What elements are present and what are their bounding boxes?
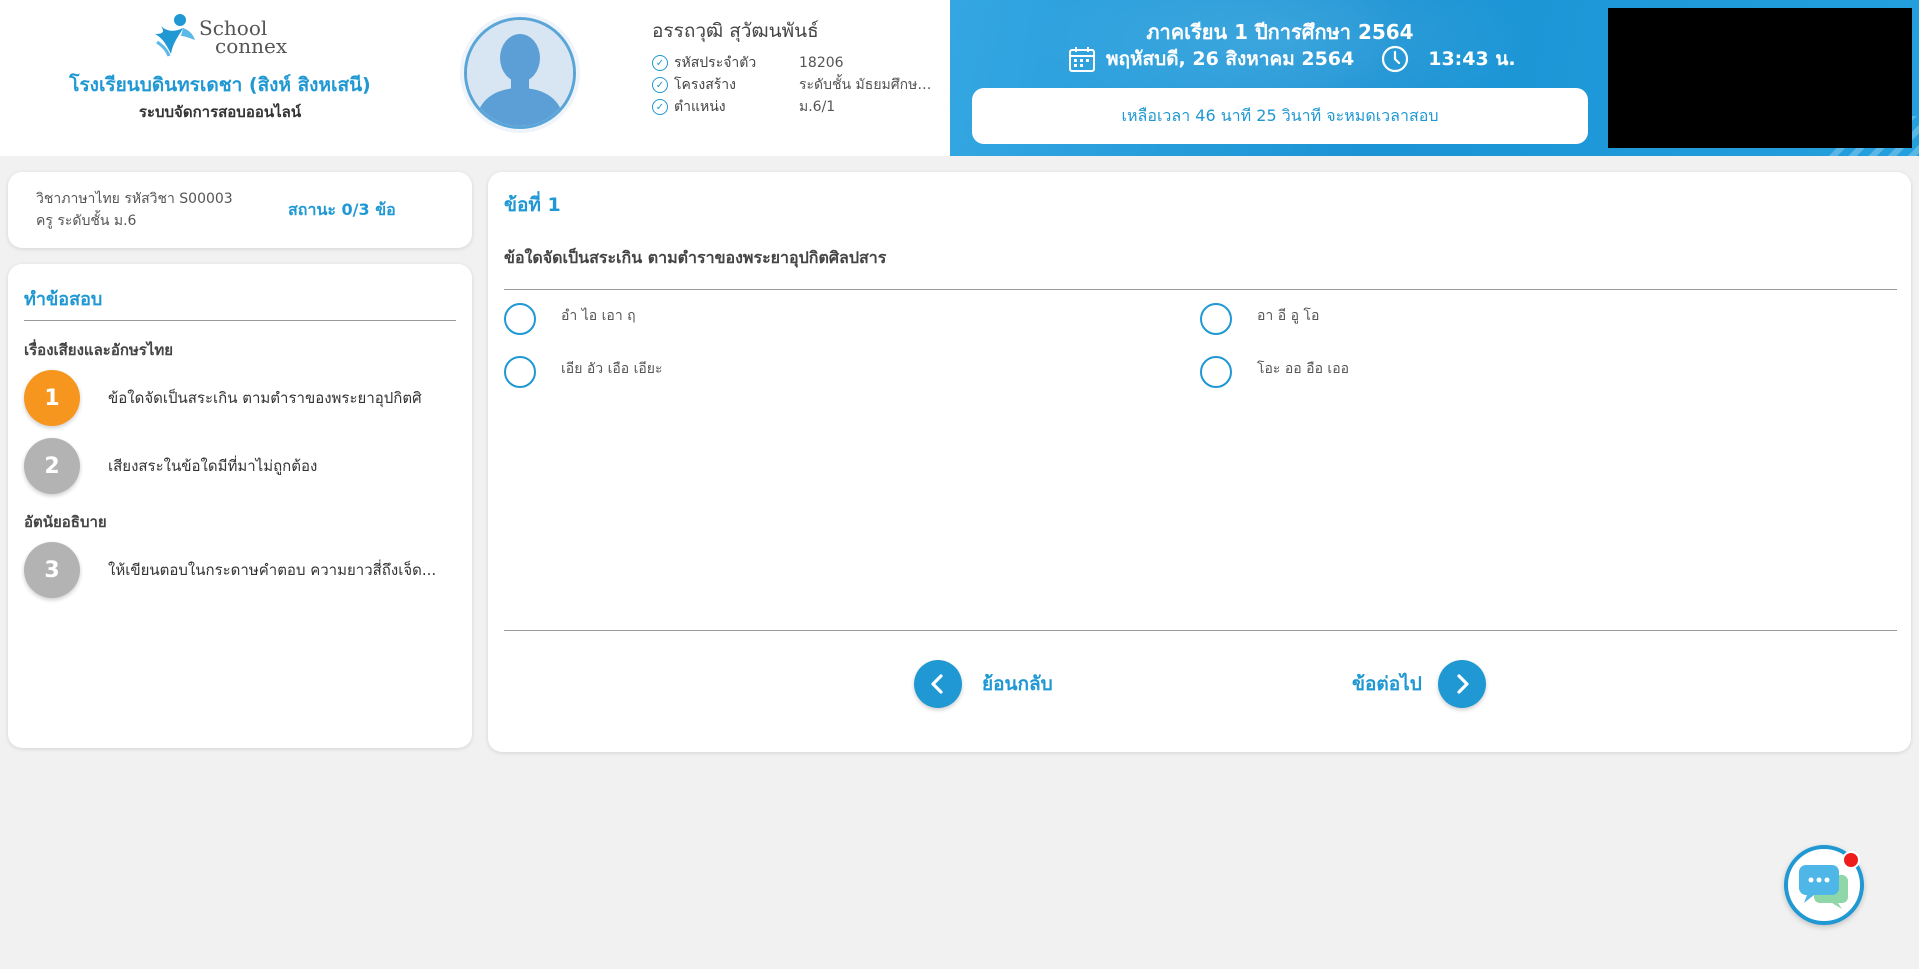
question-prompt: ข้อใดจัดเป็นสระเกิน ตามตำราของพระยาอุปกิ… — [504, 248, 887, 267]
exam-date: พฤหัสบดี, 26 สิงหาคม 2564 — [1106, 48, 1355, 70]
choice-text: เอีย อัว เอือ เอียะ — [561, 361, 663, 377]
previous-button[interactable]: ย้อนกลับ — [914, 660, 1053, 708]
question-heading: ข้อที่ 1 — [504, 194, 561, 216]
question-nav-item-1[interactable]: 1 ข้อใดจัดเป็นสระเกิน ตามตำราของพระยาอุป… — [24, 370, 456, 426]
info-value: ม.6/1 — [799, 99, 836, 115]
student-avatar — [464, 17, 576, 129]
choice-option-3[interactable]: เอีย อัว เอือ เอียะ — [504, 356, 663, 388]
radio-button[interactable] — [504, 356, 536, 388]
info-label: รหัสประจำตัว — [674, 55, 757, 71]
choice-text: อา อี อู โอ — [1257, 308, 1320, 324]
question-nav-text: ข้อใดจัดเป็นสระเกิน ตามตำราของพระยาอุปกิ… — [108, 389, 422, 407]
countdown-timer: เหลือเวลา 46 นาที 25 วินาที จะหมดเวลาสอบ — [972, 88, 1588, 144]
subject-teacher-level: ครู ระดับชั้น ม.6 — [36, 213, 137, 229]
next-button[interactable]: ข้อต่อไป — [1352, 660, 1486, 708]
webcam-preview — [1608, 8, 1912, 148]
radio-button[interactable] — [504, 303, 536, 335]
section-label: อัตนัยอธิบาย — [24, 513, 107, 531]
question-nav-text: เสียงสระในข้อใดมีที่มาไม่ถูกต้อง — [108, 457, 318, 475]
check-circle-icon: ✓ — [652, 77, 668, 93]
choice-option-1[interactable]: อำ ไอ เอา ฤ — [504, 303, 636, 335]
chat-button[interactable] — [1784, 845, 1864, 925]
info-label: โครงสร้าง — [674, 77, 737, 93]
question-nav-item-3[interactable]: 3 ให้เขียนตอบในกระดาษคำตอบ ความยาวสี่ถึง… — [24, 542, 456, 598]
chevron-right-icon — [1437, 660, 1486, 708]
question-number-badge: 1 — [24, 370, 80, 426]
check-circle-icon: ✓ — [652, 55, 668, 71]
chevron-left-icon — [914, 660, 962, 708]
chat-bubble-icon — [1799, 865, 1848, 909]
school-name: โรงเรียนบดินทรเดชา (สิงห์ สิงหเสนี) — [69, 74, 371, 96]
info-label: ตำแหน่ง — [674, 99, 726, 115]
student-name: อรรถวุฒิ สุวัฒนพันธ์ — [652, 20, 819, 42]
previous-label: ย้อนกลับ — [982, 673, 1053, 695]
navigator-title: ทำข้อสอบ — [24, 289, 103, 310]
info-row-position: ✓ ตำแหน่ง ม.6/1 — [652, 96, 934, 118]
choice-option-2[interactable]: อา อี อู โอ — [1200, 303, 1319, 335]
person-silhouette-icon — [467, 20, 573, 126]
choice-text: อำ ไอ เอา ฤ — [561, 308, 636, 324]
question-nav-text: ให้เขียนตอบในกระดาษคำตอบ ความยาวสี่ถึงเจ… — [108, 561, 437, 579]
question-panel: ข้อที่ 1 ข้อใดจัดเป็นสระเกิน ตามตำราของพ… — [488, 172, 1911, 752]
info-row-student-id: ✓ รหัสประจำตัว 18206 — [652, 52, 934, 74]
notification-dot — [1842, 851, 1860, 869]
divider — [504, 289, 1897, 290]
radio-button[interactable] — [1200, 356, 1232, 388]
subject-info-card: วิชาภาษาไทย รหัสวิชา S00003 ครู ระดับชั้… — [8, 172, 472, 248]
info-row-structure: ✓ โครงสร้าง ระดับชั้น มัธยมศึกษา... — [652, 74, 934, 96]
question-navigator: ทำข้อสอบ เรื่องเสียงและอักษรไทย 1 ข้อใดจ… — [8, 264, 472, 748]
info-value: 18206 — [799, 55, 844, 71]
check-circle-icon: ✓ — [652, 99, 668, 115]
answer-status: สถานะ 0/3 ข้อ — [288, 200, 396, 219]
info-value: ระดับชั้น มัธยมศึกษา... — [799, 77, 934, 93]
system-name: ระบบจัดการสอบออนไลน์ — [138, 103, 302, 121]
divider — [24, 320, 456, 321]
divider — [504, 630, 1897, 631]
question-number-badge: 2 — [24, 438, 80, 494]
exam-datetime: พฤหัสบดี, 26 สิงหาคม 2564 13:43 น. — [1068, 44, 1516, 74]
logo-figure-icon — [155, 14, 195, 57]
choice-option-4[interactable]: โอะ ออ อือ เออ — [1200, 356, 1349, 388]
next-label: ข้อต่อไป — [1352, 673, 1422, 695]
section-label: เรื่องเสียงและอักษรไทย — [24, 341, 174, 359]
question-nav-item-2[interactable]: 2 เสียงสระในข้อใดมีที่มาไม่ถูกต้อง — [24, 438, 456, 494]
logo-text-connex: connex — [215, 34, 288, 58]
subject-title: วิชาภาษาไทย รหัสวิชา S00003 — [36, 191, 233, 207]
radio-button[interactable] — [1200, 303, 1232, 335]
exam-time: 13:43 น. — [1428, 48, 1516, 70]
clock-icon — [1382, 45, 1409, 73]
schoolconnex-logo: School connex — [153, 12, 293, 60]
choice-text: โอะ ออ อือ เออ — [1257, 361, 1350, 377]
calendar-icon — [1069, 47, 1095, 72]
question-number-badge: 3 — [24, 542, 80, 598]
header-info-panel: School connex โรงเรียนบดินทรเดชา (สิงห์ … — [0, 0, 960, 156]
